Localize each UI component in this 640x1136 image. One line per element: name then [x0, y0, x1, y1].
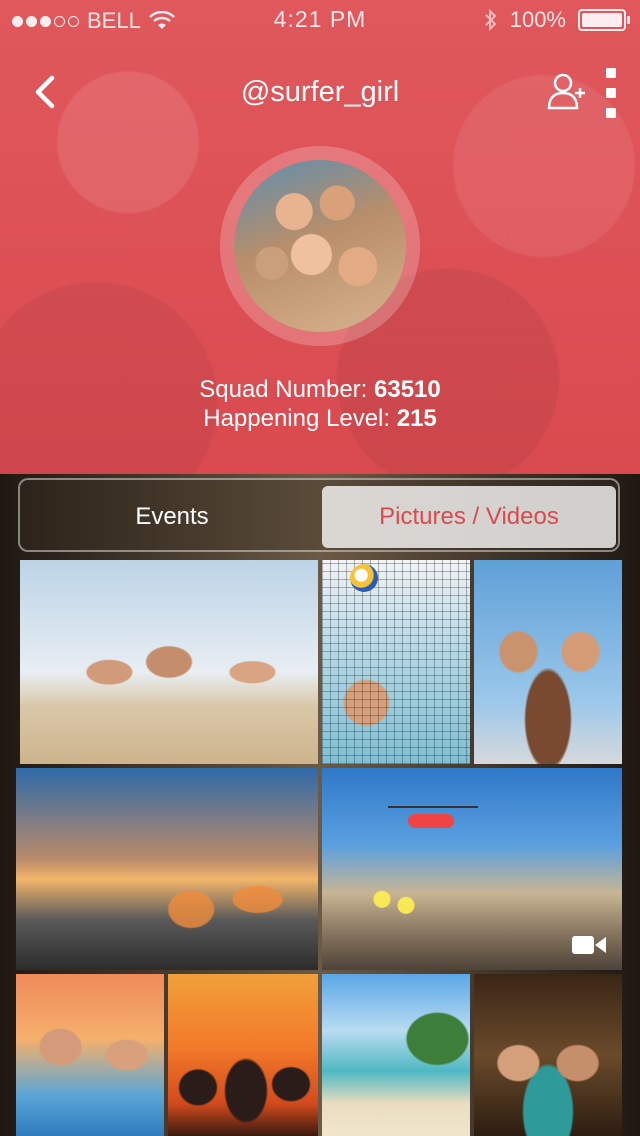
nav-bar: @surfer_girl	[0, 58, 640, 128]
bluetooth-icon	[485, 9, 497, 31]
profile-stats: Squad Number: 63510 Happening Level: 215	[0, 375, 640, 433]
status-right: 100%	[484, 7, 630, 33]
squad-number-value: 63510	[374, 376, 441, 403]
gallery-photo[interactable]	[16, 768, 318, 970]
gallery-photo[interactable]	[16, 974, 164, 1136]
video-camera-icon	[572, 936, 606, 954]
segmented-control: Events Pictures / Videos	[18, 478, 620, 552]
gallery-photo[interactable]	[474, 560, 622, 764]
gallery-section: Events Pictures / Videos	[0, 474, 640, 1136]
page-title: @surfer_girl	[240, 76, 400, 108]
gallery-photo[interactable]	[322, 560, 470, 764]
squad-number: Squad Number: 63510	[0, 375, 640, 404]
battery-percent: 100%	[509, 7, 566, 32]
avatar-ring	[220, 146, 420, 346]
gallery-photo[interactable]	[322, 974, 470, 1136]
happening-level: Happening Level: 215	[0, 404, 640, 433]
gallery-photo[interactable]	[474, 974, 622, 1136]
status-bar: BELL 4:21 PM 100%	[0, 0, 640, 40]
avatar[interactable]	[234, 160, 406, 332]
happening-level-value: 215	[396, 405, 437, 432]
volleyball-icon	[350, 564, 378, 592]
profile-header: BELL 4:21 PM 100% @surfer_girl Squad Num…	[0, 0, 640, 474]
happening-level-label: Happening Level:	[203, 405, 391, 432]
add-user-icon[interactable]	[546, 70, 588, 112]
gallery-photo[interactable]	[168, 974, 318, 1136]
more-vertical-icon[interactable]	[606, 68, 620, 118]
tab-events[interactable]: Events	[24, 486, 320, 548]
battery-icon	[578, 9, 630, 31]
helicopter-icon	[388, 806, 478, 828]
tab-pictures-videos[interactable]: Pictures / Videos	[322, 486, 616, 548]
squad-number-label: Squad Number:	[199, 376, 368, 403]
gallery-video[interactable]	[322, 768, 622, 970]
gallery-photo[interactable]	[20, 560, 318, 764]
